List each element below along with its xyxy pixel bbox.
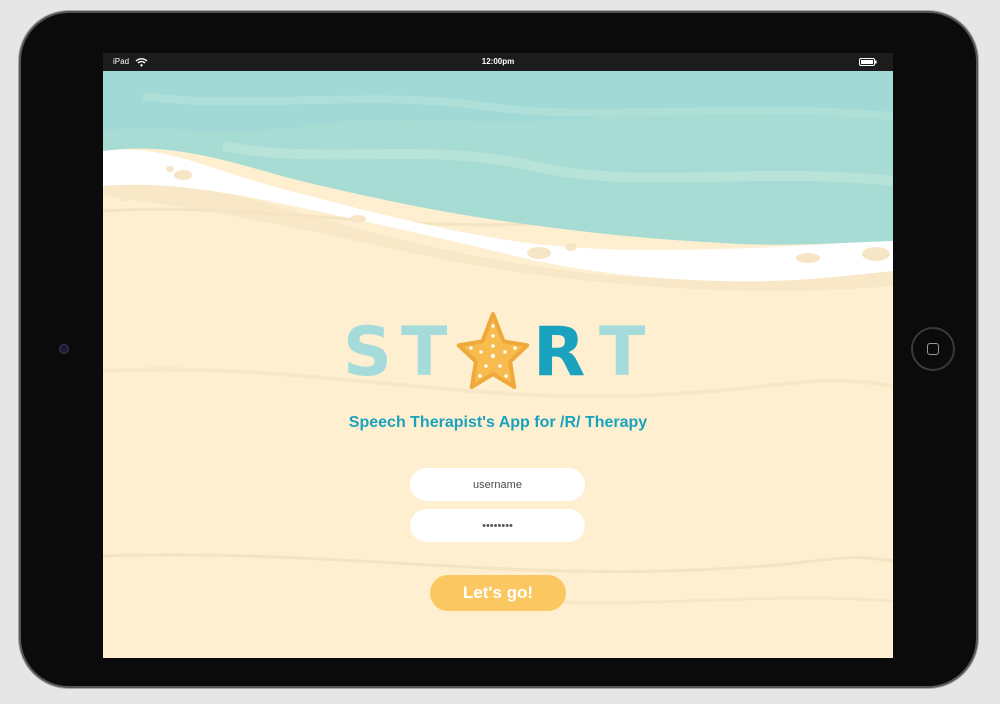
start-logo: S T R T (339, 309, 659, 401)
logo-letter-t: T (401, 313, 448, 392)
logo-letter-t2: T (599, 313, 646, 392)
app-screen: iPad 12:00pm S T R T Speech Therapist's … (103, 53, 893, 658)
password-field[interactable] (410, 509, 585, 542)
starfish-icon (456, 312, 530, 389)
lets-go-button[interactable]: Let's go! (430, 575, 566, 611)
battery-icon (859, 58, 877, 66)
status-time: 12:00pm (481, 57, 515, 66)
username-field[interactable] (410, 468, 585, 501)
app-subtitle: Speech Therapist's App for /R/ Therapy (348, 414, 648, 431)
home-button[interactable] (911, 327, 955, 371)
status-bar: iPad 12:00pm (103, 53, 893, 71)
home-square-icon (927, 343, 939, 355)
logo-letter-s: S (343, 313, 392, 392)
ipad-frame: iPad 12:00pm S T R T Speech Therapist's … (21, 13, 976, 686)
logo-letter-r: R (533, 313, 586, 392)
camera-icon (59, 344, 69, 354)
